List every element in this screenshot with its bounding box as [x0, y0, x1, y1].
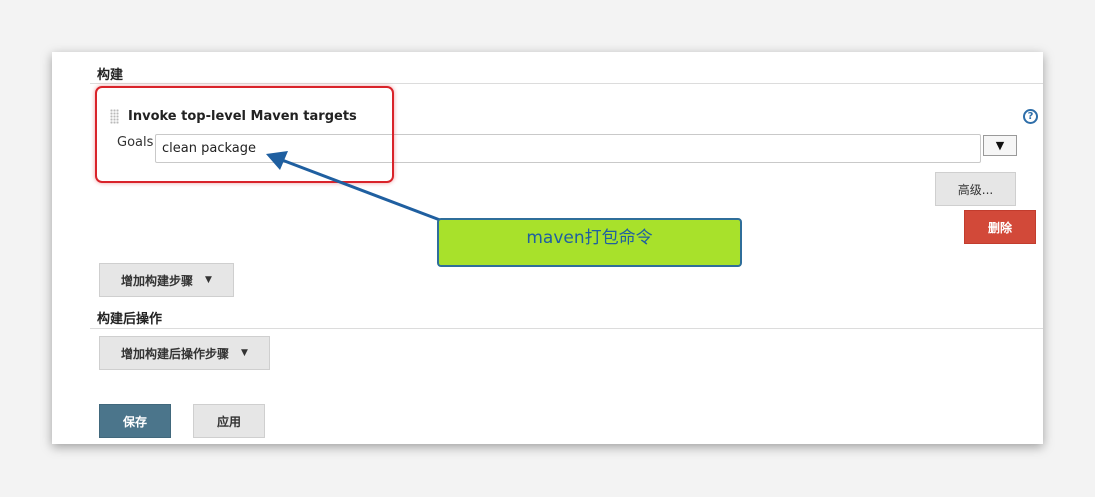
callout-text: maven打包命令: [526, 228, 653, 248]
arrow-shaft: [281, 158, 441, 222]
annotation-callout: maven打包命令: [437, 218, 742, 267]
